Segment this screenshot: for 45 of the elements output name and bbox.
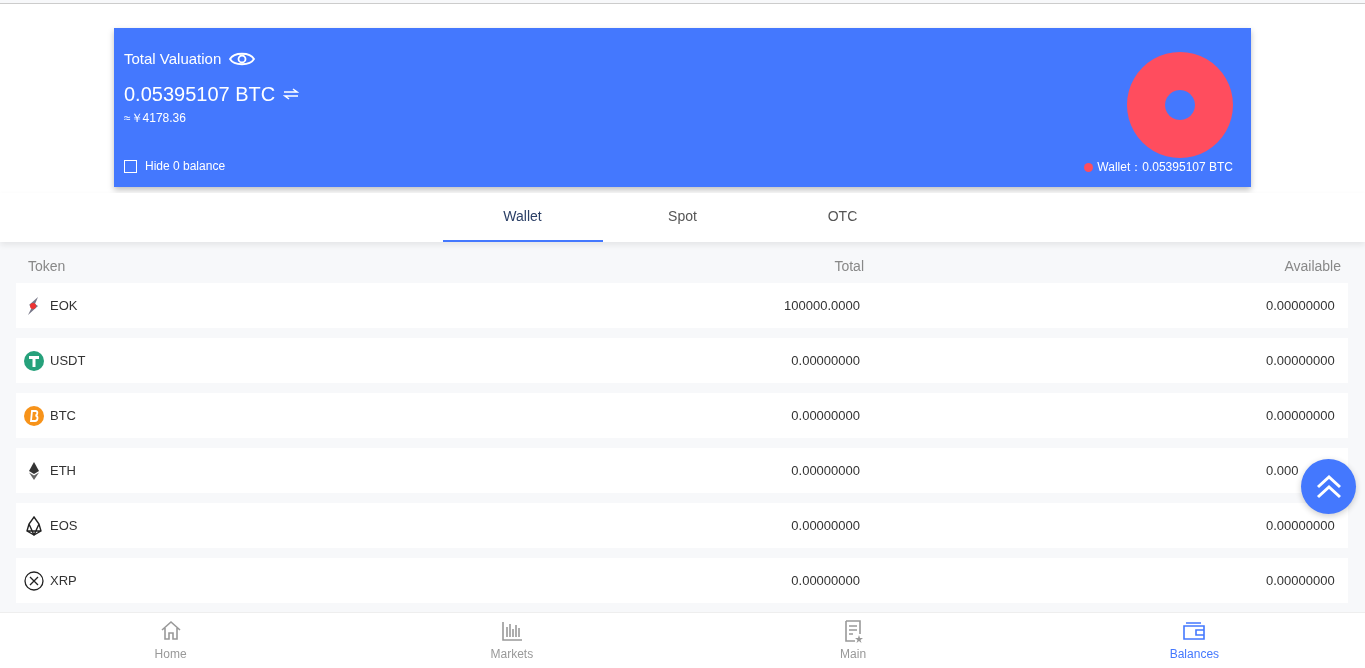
- available-value: 0.000: [1266, 461, 1300, 480]
- column-header: Available: [1284, 258, 1341, 274]
- available-value: 0.00000000: [1266, 571, 1336, 590]
- checkbox[interactable]: [124, 159, 137, 173]
- total-value: 100000.0000: [784, 297, 860, 313]
- total-value: 0.00000000: [791, 407, 860, 423]
- coin-icon: [24, 515, 44, 536]
- available-value: 0.00000000: [1266, 516, 1336, 535]
- valuation-title: Total Valuation: [124, 49, 222, 69]
- column-header: Total: [834, 258, 864, 274]
- tab[interactable]: OTC: [762, 193, 923, 242]
- token-name: ETH: [50, 461, 76, 480]
- coin-icon: [24, 570, 44, 591]
- fiat-amount: ≈￥4178.36: [124, 109, 187, 127]
- total-value: 0.00000000: [791, 462, 860, 478]
- swap-icon[interactable]: [283, 87, 300, 100]
- nav-tab[interactable]: Balances: [1023, 613, 1365, 668]
- available-value: 0.00000000: [1266, 406, 1336, 425]
- token-row[interactable]: ETH 0.00000000 0.000: [16, 448, 1348, 493]
- markets-icon: [499, 619, 524, 643]
- tab[interactable]: Spot: [602, 193, 763, 242]
- token-row[interactable]: BTC 0.00000000 0.00000000: [16, 393, 1348, 438]
- token-name: EOK: [50, 296, 78, 315]
- legend-label: Wallet：0.05395107 BTC: [1097, 159, 1233, 176]
- tab[interactable]: Wallet: [442, 193, 603, 242]
- total-value: 0.00000000: [791, 517, 860, 533]
- coin-icon: [24, 405, 44, 426]
- column-header: Token: [28, 257, 66, 276]
- checkbox-label: Hide 0 balance: [145, 158, 226, 175]
- double-chevron-up-icon: [1315, 474, 1342, 499]
- token-name: EOS: [50, 516, 78, 535]
- total-value: 0.00000000: [791, 352, 860, 368]
- token-row[interactable]: EOS 0.00000000 0.00000000: [16, 503, 1348, 548]
- btc-amount: 0.05395107 BTC: [124, 81, 276, 107]
- token-name: USDT: [50, 351, 86, 370]
- available-value: 0.00000000: [1266, 296, 1336, 315]
- total-value: 0.00000000: [791, 572, 860, 588]
- token-row[interactable]: USDT 0.00000000 0.00000000: [16, 338, 1348, 383]
- token-name: XRP: [50, 571, 77, 590]
- token-name: BTC: [50, 406, 76, 425]
- token-row[interactable]: XRP 0.00000000 0.00000000: [16, 558, 1348, 603]
- available-value: 0.00000000: [1266, 351, 1336, 370]
- coin-icon: [24, 350, 44, 371]
- balances-icon: [1182, 619, 1207, 643]
- token-row[interactable]: EOK 100000.0000 0.00000000: [16, 283, 1348, 328]
